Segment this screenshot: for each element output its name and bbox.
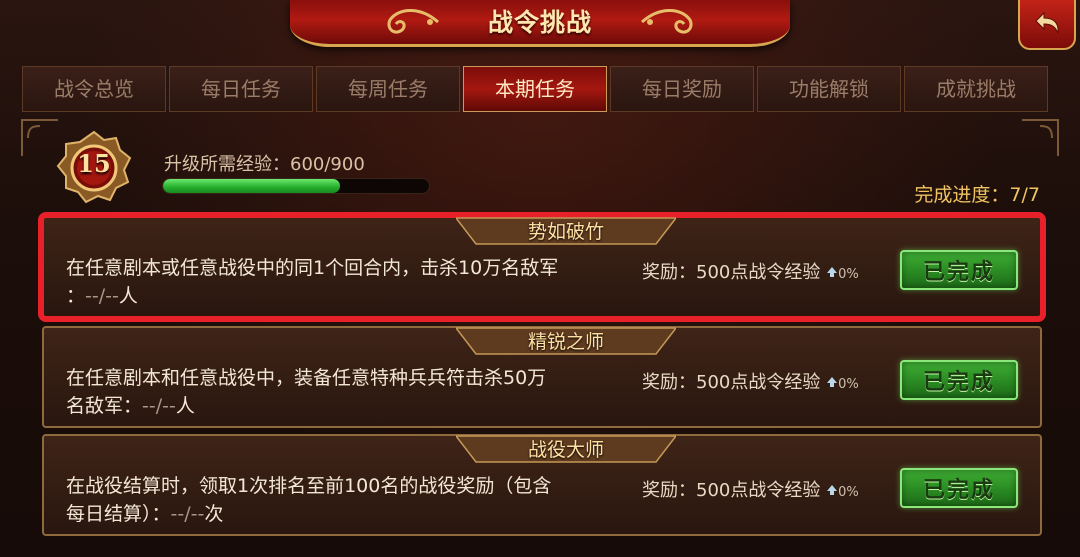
arrow-up-icon <box>827 485 838 495</box>
info-panel: 15 升级所需经验：600/900 完成进度：7/7 <box>22 120 1062 210</box>
title-ornament-left-icon <box>387 9 439 34</box>
arrow-up-icon <box>827 267 838 277</box>
task-description: 在战役结算时，领取1次排名至前100名的战役奖励（包含 每日结算）：--/--次 <box>66 472 636 528</box>
level-number: 15 <box>77 149 111 178</box>
tab-bar: 战令总览 每日任务 每周任务 本期任务 每日奖励 功能解锁 成就挑战 <box>22 66 1048 112</box>
task-reward-text: 奖励：500点战令经验 <box>642 480 821 501</box>
window-title: 战令挑战 <box>487 8 592 37</box>
task-title: 战役大师 <box>527 439 604 461</box>
task-reward: 奖励：500点战令经验 0% <box>642 476 859 502</box>
task-progress-unit: 人 <box>118 285 138 307</box>
tab-daily-rewards[interactable]: 每日奖励 <box>610 66 754 112</box>
completed-button[interactable]: 已完成 <box>900 468 1018 508</box>
task-progress-unit: 人 <box>175 395 195 417</box>
task-description-line2: 每日结算）： <box>66 503 171 525</box>
task-progress: --/-- <box>170 503 205 525</box>
task-bonus: 0% <box>838 377 859 392</box>
arrow-up-icon <box>827 377 838 387</box>
exp-label: 升级所需经验：600/900 <box>164 154 365 175</box>
completed-button[interactable]: 已完成 <box>900 360 1018 400</box>
task-reward: 奖励：500点战令经验 0% <box>642 368 859 394</box>
task-progress-unit: 次 <box>204 503 224 525</box>
tab-weekly-tasks[interactable]: 每周任务 <box>316 66 460 112</box>
tab-season-tasks[interactable]: 本期任务 <box>463 66 607 112</box>
task-description-line2: 名敌军： <box>66 395 143 417</box>
task-row[interactable]: 势如破竹 在任意剧本或任意战役中的同1个回合内，击杀10万名敌军 ：--/--人… <box>42 216 1042 318</box>
tab-feature-unlock[interactable]: 功能解锁 <box>757 66 901 112</box>
task-title: 势如破竹 <box>527 221 604 243</box>
back-button[interactable] <box>1018 0 1076 50</box>
task-reward: 奖励：500点战令经验 0% <box>642 258 859 284</box>
title-ornament-right-icon <box>641 9 693 34</box>
completion-progress: 完成进度：7/7 <box>914 184 1040 206</box>
tab-daily-tasks[interactable]: 每日任务 <box>169 66 313 112</box>
task-description-line1: 在任意剧本和任意战役中，装备任意特种兵兵符击杀50万 <box>66 367 547 389</box>
title-banner: 战令挑战 <box>0 0 1080 52</box>
back-arrow-icon <box>1035 11 1059 34</box>
task-description-line2: ： <box>66 285 86 307</box>
task-row[interactable]: 精锐之师 在任意剧本和任意战役中，装备任意特种兵兵符击杀50万 名敌军：--/-… <box>42 326 1042 428</box>
task-progress: --/-- <box>142 395 176 417</box>
completed-button[interactable]: 已完成 <box>900 250 1018 290</box>
task-reward-text: 奖励：500点战令经验 <box>642 372 821 393</box>
tab-overview[interactable]: 战令总览 <box>22 66 166 112</box>
task-row[interactable]: 战役大师 在战役结算时，领取1次排名至前100名的战役奖励（包含 每日结算）：-… <box>42 434 1042 536</box>
task-bonus: 0% <box>838 267 859 282</box>
task-description-line1: 在战役结算时，领取1次排名至前100名的战役奖励（包含 <box>66 475 552 497</box>
tab-achievements[interactable]: 成就挑战 <box>904 66 1048 112</box>
task-title: 精锐之师 <box>527 331 604 353</box>
task-description-line1: 在任意剧本或任意战役中的同1个回合内，击杀10万名敌军 <box>66 257 559 279</box>
task-progress: --/-- <box>85 285 119 307</box>
battle-pass-window: 战令挑战 战令总览 每日任务 每周任务 本期任务 每日奖励 功能解锁 成就挑战 … <box>0 0 1080 557</box>
task-bonus: 0% <box>838 485 859 500</box>
exp-progress-bar <box>162 178 430 194</box>
exp-progress-fill <box>163 179 341 193</box>
task-reward-text: 奖励：500点战令经验 <box>642 262 821 283</box>
task-description: 在任意剧本或任意战役中的同1个回合内，击杀10万名敌军 ：--/--人 <box>66 254 636 310</box>
task-description: 在任意剧本和任意战役中，装备任意特种兵兵符击杀50万 名敌军：--/--人 <box>66 364 636 420</box>
